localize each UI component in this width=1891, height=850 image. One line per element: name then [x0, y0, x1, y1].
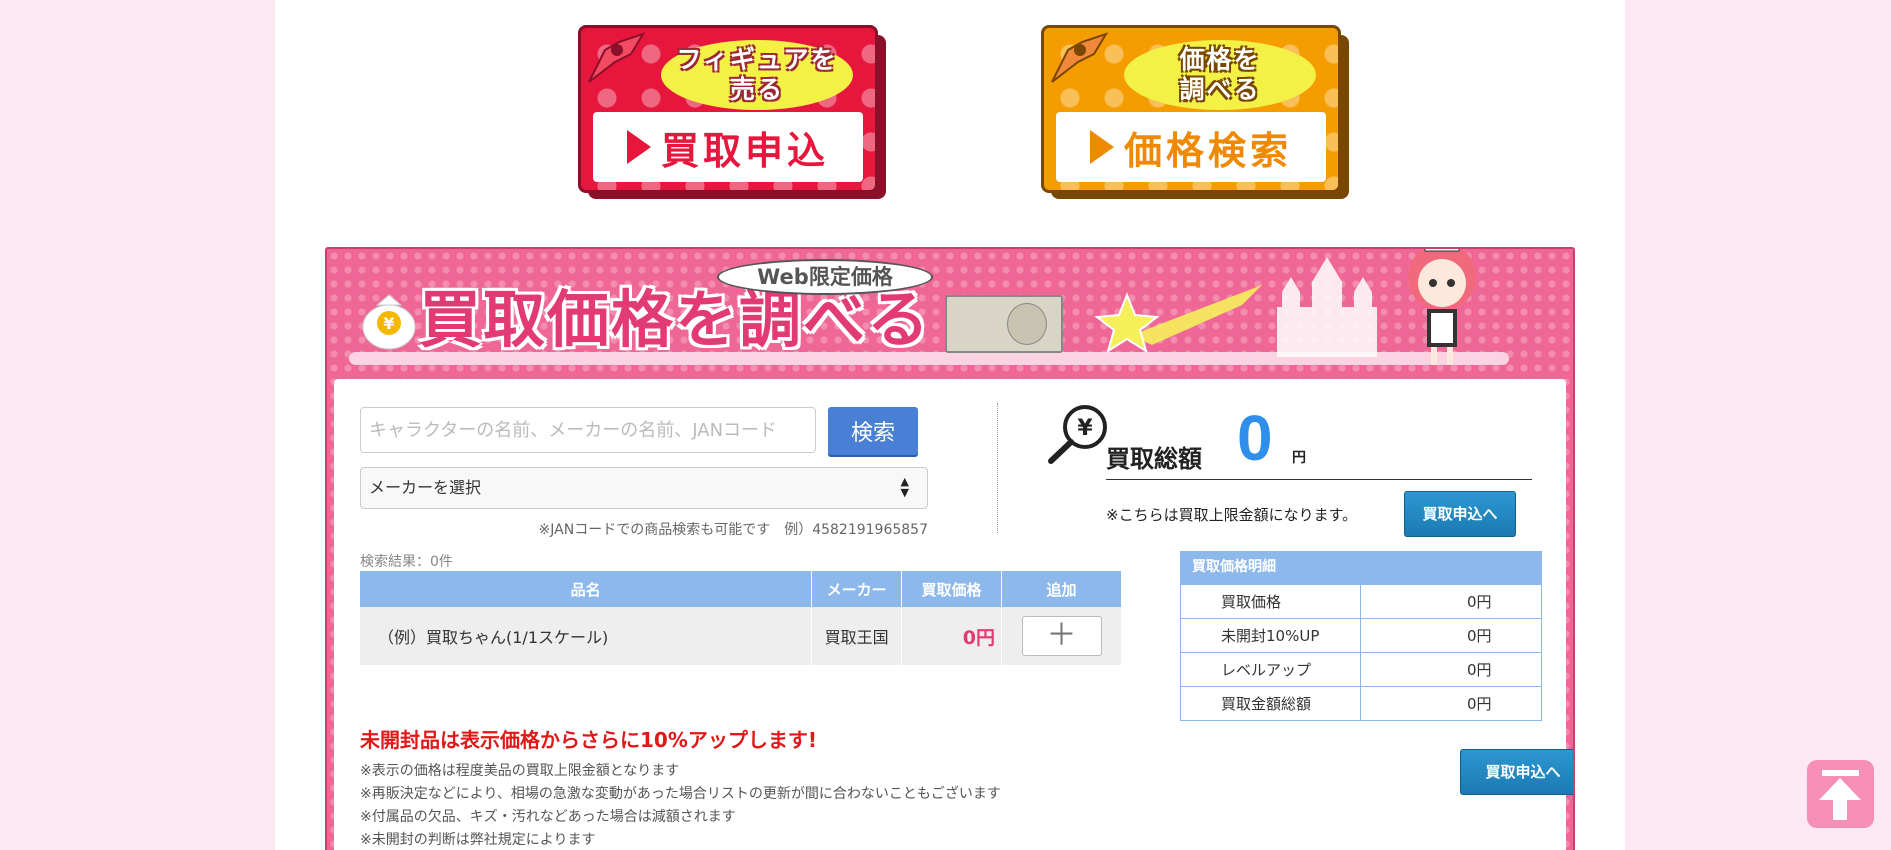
price-button-label: 価格検索 [1123, 128, 1292, 173]
page-top-button[interactable] [1807, 760, 1874, 828]
shooting-star-icon [1094, 285, 1262, 354]
table-row: 買取価格 0円 [1180, 584, 1542, 619]
note-item: ※再販決定などにより、相場の急激な変動があった場合リストの更新が間に合わないこと… [360, 786, 1001, 802]
result-count: 検索結果：0件 [360, 554, 453, 570]
ribbon-icon [1051, 32, 1109, 83]
table-row: （例）買取ちゃん(1/1スケール) 買取王国 0円 ＋ [360, 607, 1122, 665]
arrow-up-icon [1819, 770, 1861, 820]
total-unit: 円 [1292, 450, 1306, 466]
select-arrows-icon: ▲ ▼ [900, 475, 909, 499]
jan-code-note: ※JANコードでの商品検索も可能です 例）4582191965857 [538, 522, 928, 538]
detail-label: レベルアップ [1180, 652, 1361, 687]
search-button[interactable]: 検索 [828, 407, 918, 455]
panel-header: ¥ 買取価格を調べる Web限定価格 [327, 249, 1573, 379]
header-add: 追加 [1001, 571, 1122, 607]
price-search-button[interactable]: 価格を 調べる 価格検索 [1041, 25, 1349, 199]
total-label: 買取総額 [1106, 445, 1202, 473]
sell-button-label: 買取申込 [660, 128, 829, 173]
detail-label: 買取金額総額 [1180, 686, 1361, 721]
sell-figure-caption: フィギュアを 売る [661, 40, 853, 110]
item-price: 0円 [901, 607, 1002, 665]
detail-value: 0円 [1360, 584, 1542, 619]
add-button[interactable]: ＋ [1021, 616, 1102, 656]
unopened-promo: 未開封品は表示価格からさらに10%アップします! [360, 728, 817, 752]
mascot-character-icon [1408, 249, 1476, 365]
play-triangle-icon [626, 130, 651, 164]
item-name: （例）買取ちゃん(1/1スケール) [360, 607, 813, 665]
search-input[interactable] [360, 407, 816, 453]
upper-limit-note: ※こちらは買取上限金額になります。 [1106, 506, 1358, 524]
detail-value: 0円 [1360, 686, 1542, 721]
detail-label: 買取価格 [1180, 584, 1361, 619]
header-maker: メーカー [811, 571, 903, 607]
maker-select-value: メーカーを選択 [369, 478, 482, 497]
notes-list: ※表示の価格は程度美品の買取上限金額となります ※再販決定などにより、相場の急激… [360, 760, 1001, 850]
sell-figure-button[interactable]: フィギュアを 売る 買取申込 [578, 25, 886, 199]
price-detail-table: 買取価格明細 買取価格 0円 未開封10%UP 0円 レベルアップ 0円 買取金… [1180, 551, 1542, 721]
header-price: 買取価格 [901, 571, 1002, 607]
web-limited-badge: Web限定価格 [717, 259, 933, 295]
maker-select[interactable]: メーカーを選択 ▲ ▼ [360, 467, 928, 509]
table-row: 買取金額総額 0円 [1180, 686, 1542, 721]
banknote-icon [945, 295, 1063, 353]
yen-magnifier-icon: ¥ [1048, 405, 1107, 464]
detail-value: 0円 [1360, 618, 1542, 653]
table-row: レベルアップ 0円 [1180, 652, 1542, 687]
price-search-caption: 価格を 調べる [1124, 40, 1316, 110]
note-item: ※付属品の欠品、キズ・汚れなどあった場合は減額されます [360, 809, 736, 825]
header-name: 品名 [360, 571, 813, 607]
play-triangle-icon [1089, 130, 1114, 164]
price-lookup-panel: ¥ 買取価格を調べる Web限定価格 キャラクターの名前、メーカーの名前、JAN… [325, 247, 1575, 850]
item-maker: 買取王国 [811, 607, 903, 665]
apply-button-bottom[interactable]: 買取申込へ [1460, 749, 1573, 795]
apply-button-top[interactable]: 買取申込へ [1404, 491, 1516, 537]
svg-text:¥: ¥ [383, 314, 394, 333]
total-underline [1106, 479, 1532, 480]
page-content: フィギュアを 売る 買取申込 価格を 調べる 価格検索 ¥ 買取価格を調べる W… [275, 0, 1625, 850]
panel-content: 検索 メーカーを選択 ▲▼ ※JANコードでの商品検索も可能です 例）45821… [334, 379, 1573, 850]
note-item: ※未開封の判断は弊社規定によります [360, 832, 596, 848]
castle-icon [1277, 257, 1377, 357]
svg-text:¥: ¥ [1077, 416, 1093, 441]
note-item: ※表示の価格は程度美品の買取上限金額となります [360, 763, 680, 779]
detail-value: 0円 [1360, 652, 1542, 687]
total-value: 0 [1237, 402, 1273, 474]
table-row: 未開封10%UP 0円 [1180, 618, 1542, 653]
detail-title: 買取価格明細 [1180, 551, 1542, 584]
detail-label: 未開封10%UP [1180, 618, 1361, 653]
result-table: 品名 メーカー 買取価格 追加 （例）買取ちゃん(1/1スケール) 買取王国 0… [360, 571, 1122, 665]
vertical-divider [997, 403, 998, 533]
money-bag-icon: ¥ [362, 294, 416, 350]
ribbon-icon [588, 32, 646, 83]
